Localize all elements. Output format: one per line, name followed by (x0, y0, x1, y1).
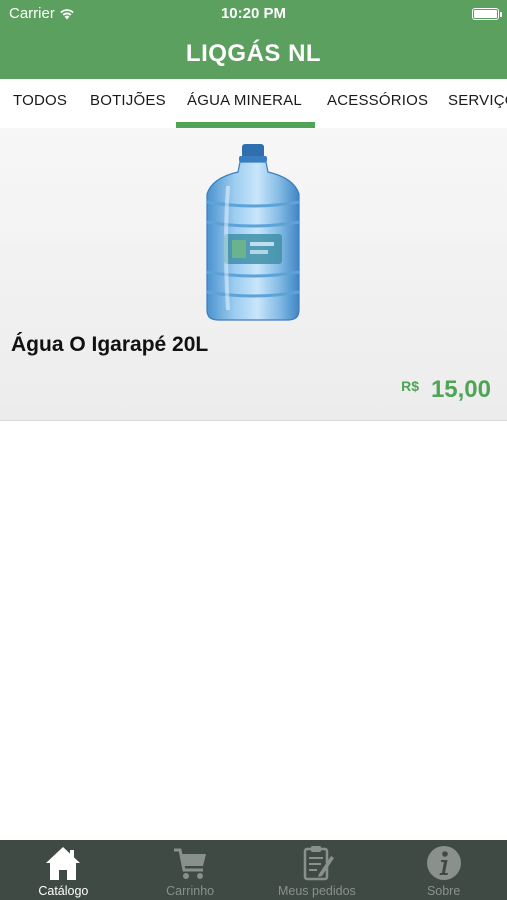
home-icon (46, 847, 81, 880)
tab-acessorios[interactable]: ACESSÓRIOS (327, 79, 428, 128)
status-time: 10:20 PM (220, 5, 287, 22)
cart-icon (174, 848, 207, 879)
tabbar-label-sobre: Sobre (426, 884, 461, 898)
tab-servicos[interactable]: SERVIÇOS (448, 79, 507, 128)
tabbar-item-sobre[interactable]: Sobre (380, 840, 507, 900)
page-title: LIQGÁS NL (185, 40, 322, 67)
product-card[interactable]: Água O Igarapé 20L R$ 15,00 (0, 128, 507, 421)
product-name: Água O Igarapé 20L (11, 333, 209, 356)
water-jug-image (206, 144, 300, 321)
tabbar-label-meus-pedidos: Meus pedidos (277, 884, 356, 898)
app-header: LIQGÁS NL (0, 28, 507, 79)
orders-icon (303, 846, 334, 881)
price-currency: R$ (401, 378, 419, 394)
bottom-tab-bar: Catálogo Carrinho Meus pedidos Sobre (0, 840, 507, 900)
tab-botijoes[interactable]: BOTIJÕES (90, 79, 166, 128)
tab-agua-mineral[interactable]: ÁGUA MINERAL (187, 79, 302, 128)
tabbar-label-carrinho: Carrinho (166, 884, 215, 898)
tabbar-item-catalogo[interactable]: Catálogo (0, 840, 127, 900)
tabbar-label-catalogo: Catálogo (38, 884, 89, 898)
tabbar-item-meus-pedidos[interactable]: Meus pedidos (254, 840, 381, 900)
product-price: 15,00 (430, 376, 491, 403)
battery-icon (472, 8, 502, 20)
tab-todos[interactable]: TODOS (13, 79, 67, 128)
info-icon (426, 846, 461, 880)
status-bar: Carrier 10:20 PM (0, 0, 507, 28)
category-tabs: TODOS BOTIJÕES ÁGUA MINERAL ACESSÓRIOS S… (0, 79, 507, 128)
tabbar-item-carrinho[interactable]: Carrinho (127, 840, 254, 900)
